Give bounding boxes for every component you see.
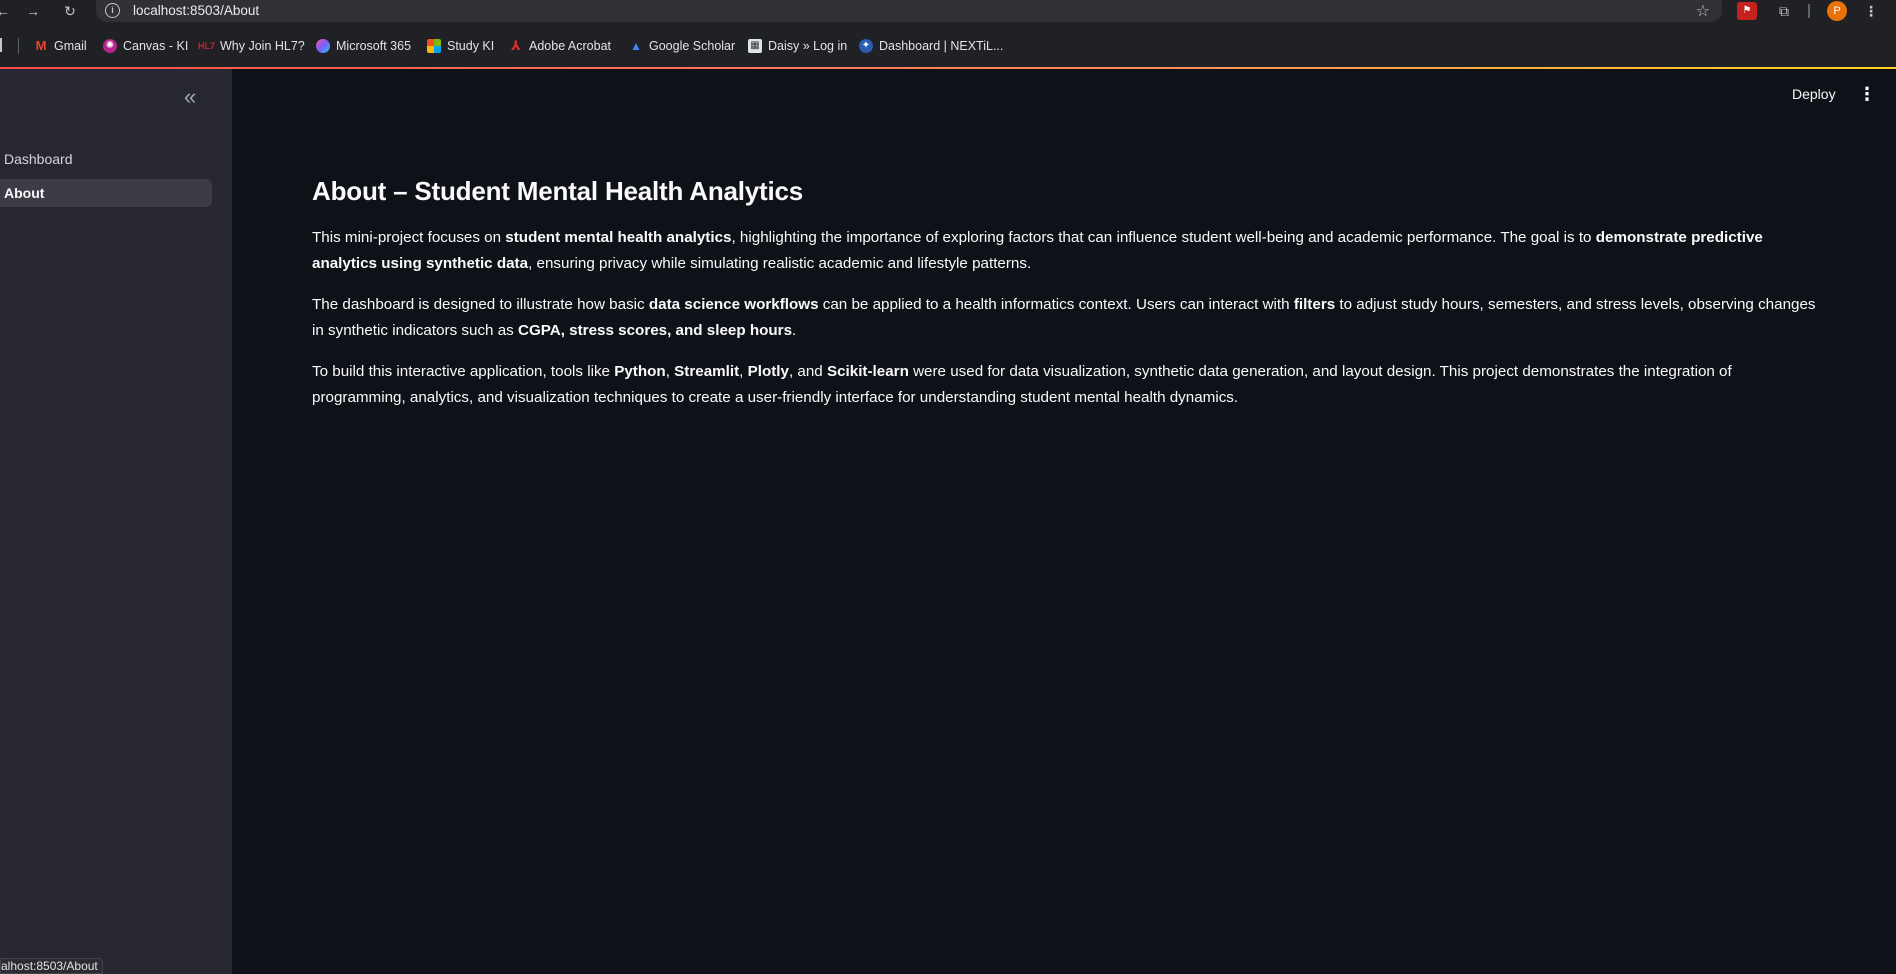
collapse-sidebar-icon[interactable]: « bbox=[184, 86, 196, 108]
paragraph-text: , highlighting the importance of explori… bbox=[731, 229, 1596, 246]
bookmark-label: Canvas - KI bbox=[123, 39, 189, 53]
scholar-icon: ▲ bbox=[630, 39, 642, 53]
nextil-icon: ✦ bbox=[859, 39, 873, 53]
bookmark-label: Adobe Acrobat bbox=[529, 39, 612, 53]
profile-avatar[interactable]: P bbox=[1827, 1, 1847, 21]
bookmark-label: Google Scholar bbox=[649, 39, 736, 53]
paragraph-text: . bbox=[792, 321, 797, 339]
bookmark-canvas[interactable]: ✺ Canvas - KI bbox=[103, 36, 188, 56]
paragraph-text: , bbox=[739, 363, 748, 380]
reload-icon[interactable]: ↻ bbox=[61, 2, 79, 20]
apps-icon[interactable] bbox=[0, 38, 3, 52]
deploy-button[interactable]: Deploy bbox=[1792, 86, 1836, 102]
paragraph-emphasis: CGPA, stress scores, and sleep hours bbox=[517, 321, 793, 339]
paragraph-emphasis: Scikit-learn bbox=[826, 363, 909, 380]
bookmark-label: Microsoft 365 bbox=[336, 39, 412, 53]
paragraph-emphasis: filters bbox=[1293, 296, 1336, 313]
status-bar-url: alhost:8503/About bbox=[0, 958, 103, 974]
hl7-icon: HL7 bbox=[198, 41, 216, 51]
browser-toolbar: ← → ↻ i localhost:8503/About ☆ ⚑ ⧉ P ⋮ bbox=[0, 0, 1896, 22]
bookmark-microsoft365[interactable]: Microsoft 365 bbox=[316, 36, 411, 56]
sidebar-item-label: About bbox=[4, 185, 45, 201]
paragraph-text: , bbox=[665, 363, 675, 380]
browser-menu-icon[interactable]: ⋮ bbox=[1864, 1, 1878, 21]
main-content: About – Student Mental Health Analytics … bbox=[312, 176, 1822, 426]
bookmark-label: Dashboard | NEXTiL... bbox=[879, 39, 1004, 53]
bookmark-daisy[interactable]: ▦ Daisy » Log in bbox=[748, 36, 847, 56]
address-url[interactable]: localhost:8503/About bbox=[133, 3, 259, 18]
sidebar-item-about[interactable]: About bbox=[0, 179, 212, 207]
bookmark-adobe-acrobat[interactable]: ⅄ Adobe Acrobat bbox=[509, 36, 611, 56]
extensions-puzzle-icon[interactable]: ⧉ bbox=[1774, 1, 1794, 21]
canvas-icon: ✺ bbox=[103, 39, 117, 53]
gmail-icon: M bbox=[35, 38, 47, 53]
bookmarks-divider bbox=[18, 38, 19, 54]
paragraph-dashboard: The dashboard is designed to illustrate … bbox=[312, 292, 1822, 343]
paragraph-text: To build this interactive application, t… bbox=[312, 363, 615, 380]
bookmark-label: Study KI bbox=[447, 39, 495, 53]
bookmark-star-icon[interactable]: ☆ bbox=[1696, 1, 1710, 21]
microsoft365-icon bbox=[316, 39, 330, 53]
daisy-icon: ▦ bbox=[748, 39, 762, 53]
page-title: About – Student Mental Health Analytics bbox=[312, 176, 804, 206]
paragraph-emphasis: data science workflows bbox=[648, 296, 819, 313]
paragraph-emphasis: Python bbox=[614, 363, 666, 380]
paragraph-emphasis: student mental health analytics bbox=[505, 229, 732, 246]
paragraph-text: , ensuring privacy while simulating real… bbox=[528, 254, 1032, 272]
extension-icon[interactable]: ⚑ bbox=[1737, 2, 1757, 20]
bookmark-nextil[interactable]: ✦ Dashboard | NEXTiL... bbox=[859, 36, 1003, 56]
streamlit-top-decoration bbox=[0, 67, 1896, 69]
bookmark-hl7[interactable]: HL7 Why Join HL7? bbox=[198, 36, 305, 56]
paragraph-text: The dashboard is designed to illustrate … bbox=[312, 296, 649, 313]
main-menu-icon[interactable]: ⋮ bbox=[1858, 84, 1876, 105]
forward-icon[interactable]: → bbox=[24, 2, 42, 20]
paragraph-intro: This mini-project focuses on student men… bbox=[312, 225, 1822, 276]
bookmark-study-ki[interactable]: Study KI bbox=[427, 36, 494, 56]
address-bar[interactable]: i localhost:8503/About ☆ bbox=[96, 0, 1722, 22]
microsoft-icon bbox=[427, 39, 441, 53]
toolbar-divider bbox=[1808, 4, 1810, 18]
bookmark-gmail[interactable]: M Gmail bbox=[34, 36, 87, 56]
sidebar-item-label: Dashboard bbox=[4, 151, 73, 167]
acrobat-icon: ⅄ bbox=[511, 38, 521, 53]
sidebar-item-dashboard[interactable]: Dashboard bbox=[0, 145, 212, 173]
paragraph-tools: To build this interactive application, t… bbox=[312, 359, 1822, 410]
bookmark-google-scholar[interactable]: ▲ Google Scholar bbox=[629, 36, 735, 56]
paragraph-text: can be applied to a health informatics c… bbox=[818, 296, 1294, 313]
paragraph-emphasis: Streamlit bbox=[674, 363, 740, 380]
paragraph-emphasis: Plotly bbox=[747, 363, 789, 380]
bookmark-label: Gmail bbox=[54, 39, 87, 53]
paragraph-text: , and bbox=[788, 363, 827, 380]
back-icon[interactable]: ← bbox=[0, 2, 12, 20]
site-info-icon[interactable]: i bbox=[105, 3, 120, 18]
bookmark-label: Daisy » Log in bbox=[768, 39, 848, 53]
bookmark-label: Why Join HL7? bbox=[220, 39, 305, 53]
paragraph-text: This mini-project focuses on bbox=[312, 229, 506, 246]
